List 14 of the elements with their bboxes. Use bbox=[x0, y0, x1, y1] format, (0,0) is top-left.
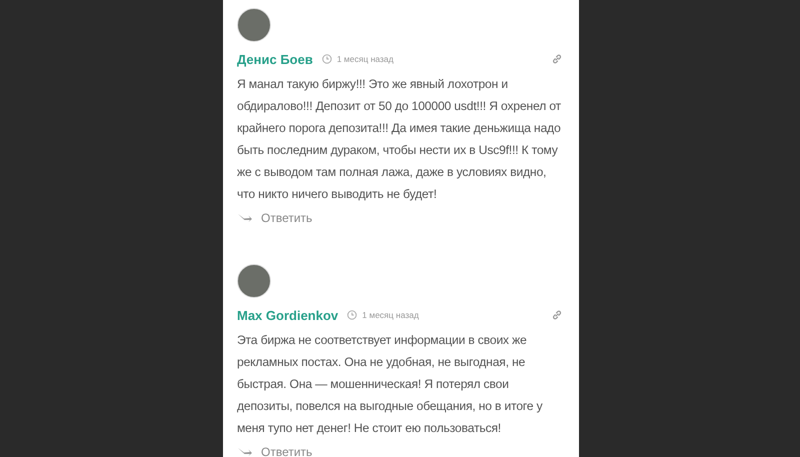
comment-time[interactable]: 1 месяц назад bbox=[362, 310, 419, 320]
link-icon[interactable] bbox=[551, 309, 563, 321]
comment-author[interactable]: Max Gordienkov bbox=[237, 308, 338, 322]
clock-icon bbox=[347, 310, 358, 320]
clock-icon bbox=[322, 54, 332, 64]
reply-button[interactable]: Ответить bbox=[237, 445, 312, 457]
link-icon[interactable] bbox=[551, 53, 563, 65]
reply-button[interactable]: Ответить bbox=[237, 211, 312, 225]
comment-text: Я манал такую биржу!!! Это же явный лохотрон и обдиралово!!! Депозит от 50 до 100000 usdt!!! Я охренел от крайнего порога депозита!!! Да имея такие деньжища надо быть последним дураком, чтобы нести их в Usc9f!!! К тому же с выводом там полная лажа, даже в условиях видно, что никто ничего выводить не будет! bbox=[237, 76, 562, 203]
comment-text: Эта биржа не соответствует информации в своих же рекламных постах. Она не удобная, не выгодная, не быстрая. Она — мошенническая! Я потерял свои депозиты, повелся на выгодные обещания, но в итоге у меня тупо нет денег! Не стоит ею пользоваться! bbox=[237, 332, 544, 437]
avatar-placeholder bbox=[237, 264, 271, 298]
comment-author[interactable]: Денис Боев bbox=[237, 52, 313, 66]
avatar-placeholder bbox=[237, 8, 271, 42]
comment-time[interactable]: 1 месяц назад bbox=[336, 54, 394, 64]
